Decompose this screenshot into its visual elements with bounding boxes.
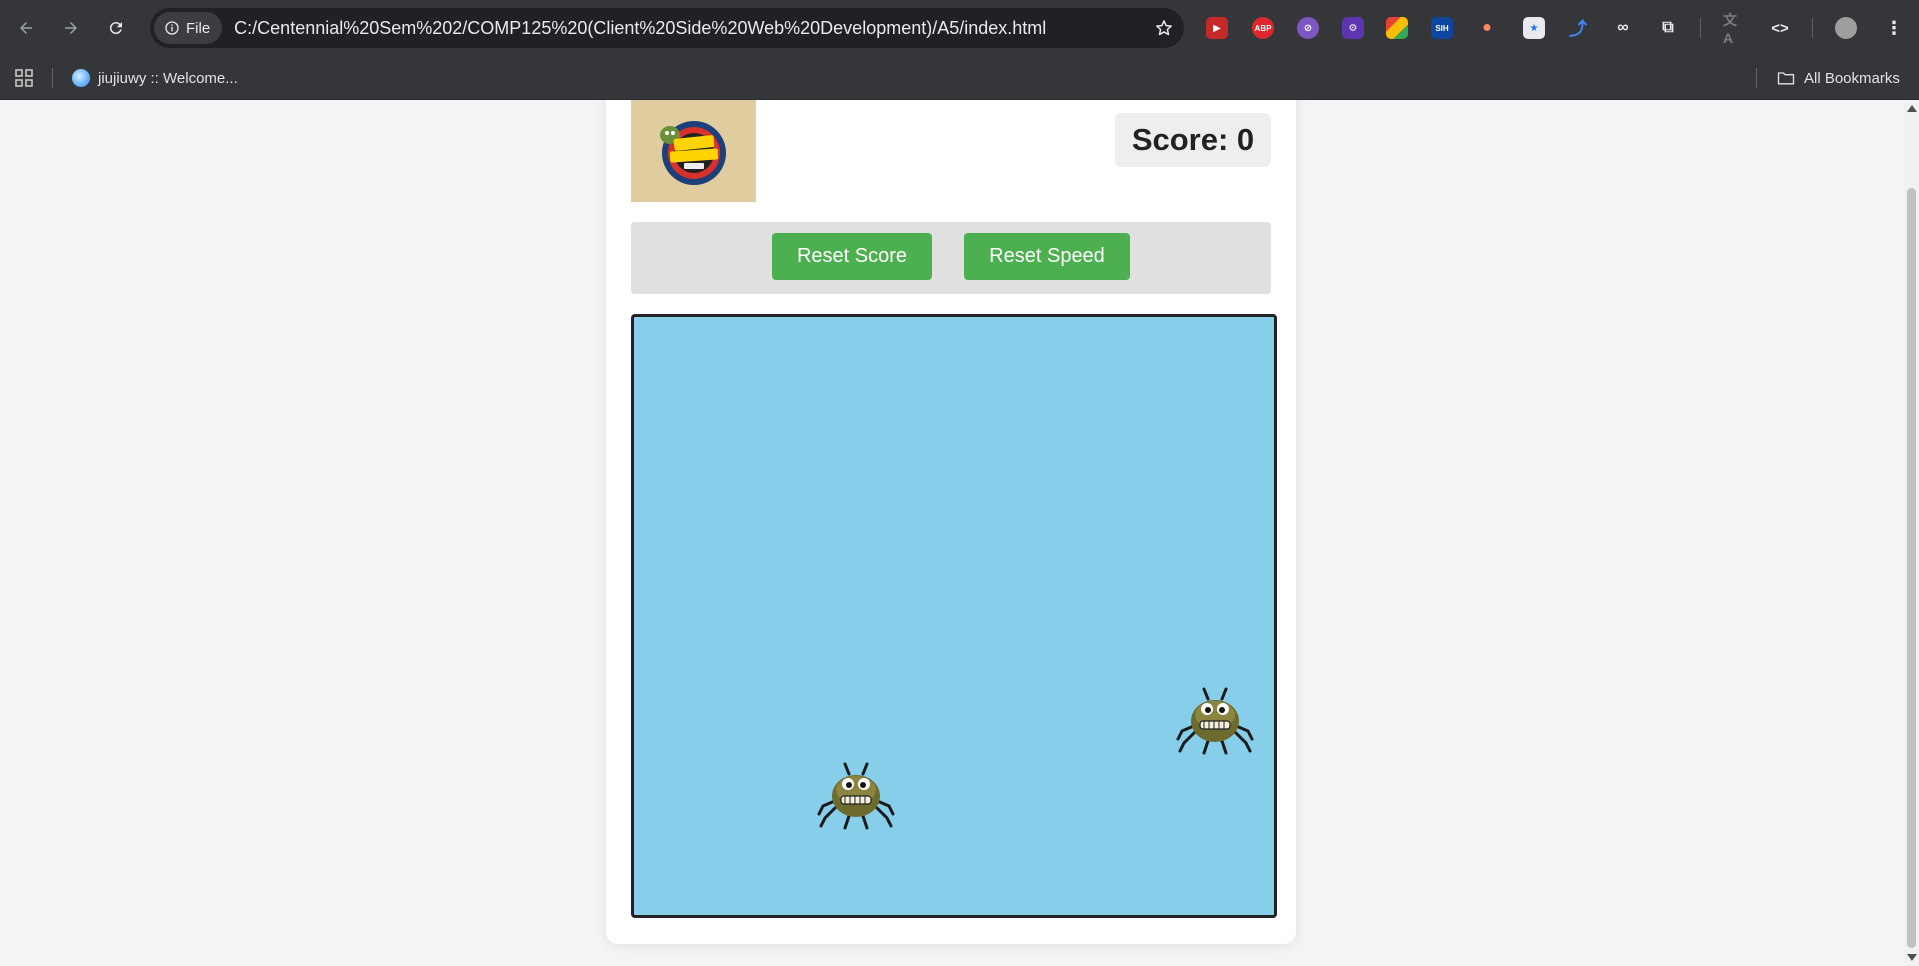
arrow-extension-icon: ⤴ (1569, 19, 1587, 39)
reset-speed-button[interactable]: Reset Speed (964, 233, 1130, 280)
reload-icon (109, 22, 122, 35)
puzzle-icon: ⧉ (1662, 19, 1674, 36)
reset-score-button[interactable]: Reset Score (772, 233, 932, 280)
extension-color-grid[interactable] (1383, 14, 1411, 42)
url-text[interactable]: C:/Centennial%20Sem%202/COMP125%20(Clien… (234, 18, 1144, 39)
scrollbar-thumb[interactable] (1907, 188, 1916, 948)
devtools-button[interactable]: <> (1766, 14, 1794, 42)
forward-arrow-icon (65, 22, 77, 34)
bookmarks-divider (1756, 68, 1757, 88)
bookmark-favicon-icon (72, 69, 90, 87)
extension-gear[interactable]: ⚙ (1339, 14, 1367, 42)
site-info-chip[interactable]: File (154, 12, 223, 44)
bookmarks-bar: jiujiuwy :: Welcome... All Bookmarks (0, 56, 1919, 100)
color-grid-icon (1386, 17, 1408, 39)
game-card: Score: 0 Reset Score Reset Speed (606, 100, 1296, 944)
reload-button[interactable] (100, 12, 132, 44)
bug-sprite[interactable] (1174, 685, 1256, 757)
sih-icon: SIH (1431, 17, 1453, 39)
compass-icon: ⊘ (1297, 17, 1319, 39)
game-area[interactable] (631, 314, 1277, 918)
code-icon: <> (1771, 19, 1789, 37)
page-viewport: Score: 0 Reset Score Reset Speed (0, 100, 1904, 966)
extension-capsule[interactable]: ● (1473, 14, 1501, 42)
extension-youtube[interactable]: ▶ (1203, 14, 1231, 42)
gear-extension-icon: ⚙ (1342, 17, 1364, 39)
avatar (1835, 17, 1857, 39)
bug-sprite[interactable] (815, 760, 897, 832)
page-scrollbar[interactable] (1904, 100, 1919, 966)
all-bookmarks-label: All Bookmarks (1804, 69, 1900, 87)
extension-window-star[interactable]: ★ (1520, 14, 1548, 42)
folder-icon (1777, 72, 1795, 85)
address-bar[interactable]: File C:/Centennial%20Sem%202/COMP125%20(… (150, 8, 1184, 48)
extension-glasses[interactable]: ∞ (1609, 14, 1637, 42)
star-icon (1156, 20, 1172, 36)
extension-arrow[interactable]: ⤴ (1564, 14, 1592, 42)
game-logo (631, 100, 756, 202)
extensions-menu-button[interactable]: ⧉ (1654, 14, 1682, 42)
apps-grid-icon (15, 69, 33, 87)
info-icon (165, 21, 179, 35)
translate-icon: 文A (1723, 12, 1737, 46)
adblock-plus-icon: ABP (1252, 17, 1274, 39)
extension-compass[interactable]: ⊘ (1294, 14, 1322, 42)
bug-icon (1176, 687, 1254, 755)
bug-game-logo-icon (659, 121, 726, 185)
toolbar-divider (1700, 18, 1701, 38)
apps-grid-button[interactable] (12, 66, 36, 90)
browser-toolbar: File C:/Centennial%20Sem%202/COMP125%20(… (0, 0, 1919, 56)
bookmarks-divider (52, 68, 53, 88)
translate-button[interactable]: 文A (1720, 12, 1748, 46)
site-info-label: File (186, 19, 211, 37)
youtube-red-icon: ▶ (1206, 17, 1228, 39)
browser-chrome: File C:/Centennial%20Sem%202/COMP125%20(… (0, 0, 1919, 100)
profile-button[interactable] (1832, 14, 1860, 42)
capsule-icon: ● (1482, 19, 1492, 36)
extension-adblock[interactable]: ABP (1249, 14, 1277, 42)
controls-bar: Reset Score Reset Speed (631, 222, 1271, 294)
browser-menu-button[interactable]: ⋮ (1880, 14, 1908, 42)
extension-sih[interactable]: SIH (1428, 14, 1456, 42)
glasses-icon: ∞ (1617, 19, 1629, 36)
bookmark-label: jiujiuwy :: Welcome... (98, 69, 238, 87)
window-star-icon: ★ (1523, 17, 1545, 39)
score-display: Score: 0 (1115, 113, 1271, 167)
bookmark-star-button[interactable] (1144, 8, 1184, 48)
back-arrow-icon (20, 22, 32, 34)
forward-button[interactable] (55, 12, 87, 44)
bookmark-jiujiuwy[interactable]: jiujiuwy :: Welcome... (72, 66, 238, 90)
scroll-up-arrow-icon[interactable] (1907, 105, 1917, 112)
scroll-down-arrow-icon[interactable] (1907, 954, 1917, 961)
all-bookmarks-button[interactable]: All Bookmarks (1776, 66, 1900, 90)
more-vertical-icon: ⋮ (1885, 17, 1903, 38)
bug-icon (817, 762, 895, 830)
toolbar-divider (1812, 18, 1813, 38)
back-button[interactable] (10, 12, 42, 44)
